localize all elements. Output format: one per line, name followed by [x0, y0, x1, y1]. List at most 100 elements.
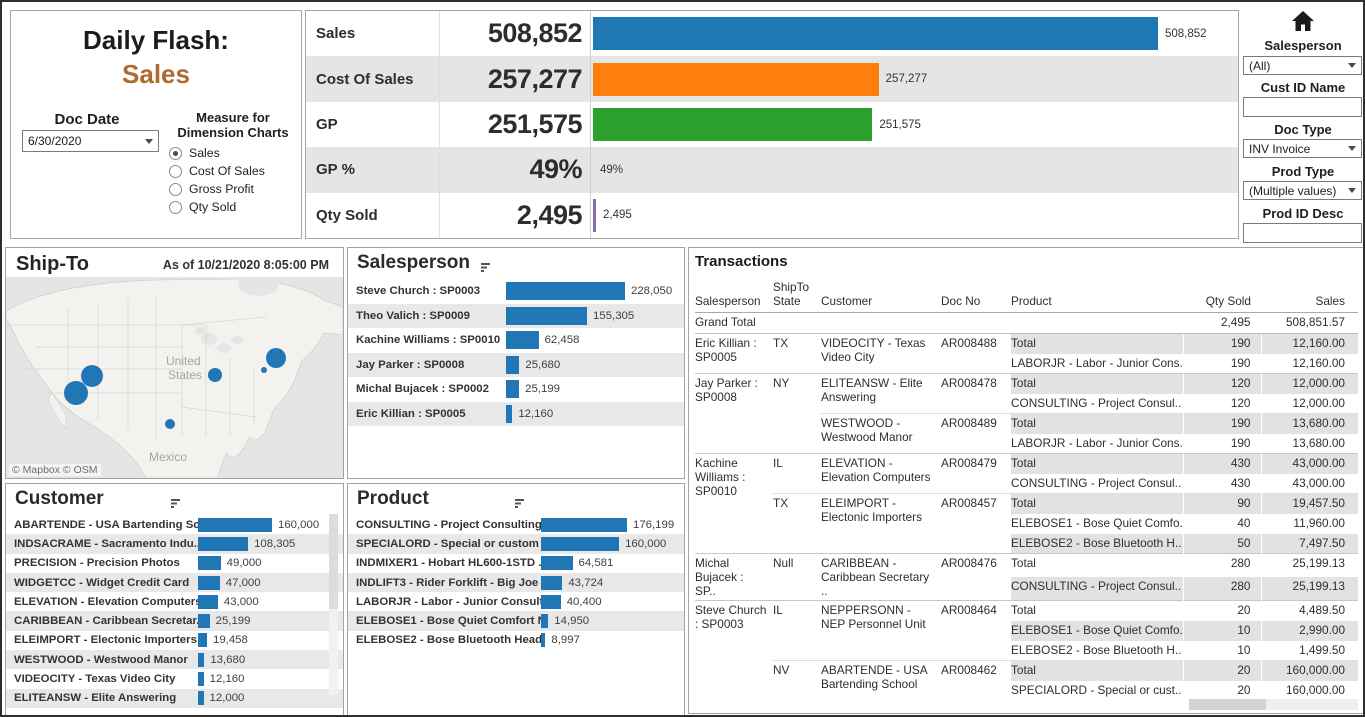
product-cell[interactable]: SPECIALORD - Special or cust.. [1011, 681, 1183, 701]
bar-row[interactable]: VIDEOCITY - Texas Video City12,160 [6, 669, 343, 688]
scrollbar-thumb[interactable] [1189, 699, 1266, 710]
vertical-scrollbar[interactable] [329, 514, 338, 695]
bar[interactable] [506, 405, 512, 423]
sales-cell[interactable]: 2,990.00 [1261, 621, 1358, 641]
product-cell[interactable]: ELEBOSE2 - Bose Bluetooth H.. [1011, 641, 1183, 661]
bar[interactable] [506, 307, 587, 325]
qty-sold-cell[interactable]: 190 [1183, 414, 1261, 434]
bar-row[interactable]: WESTWOOD - Westwood Manor13,680 [6, 650, 343, 669]
kpi-bar[interactable] [593, 17, 1158, 50]
bar[interactable] [198, 595, 218, 609]
radio-option-gross-profit[interactable]: Gross Profit [169, 180, 265, 198]
product-cell[interactable]: ELEBOSE2 - Bose Bluetooth H.. [1011, 534, 1183, 554]
doc-date-dropdown[interactable]: 6/30/2020 [22, 130, 159, 152]
bar[interactable] [506, 282, 625, 300]
bar[interactable] [198, 537, 248, 551]
sales-cell[interactable]: 12,160.00 [1261, 354, 1358, 374]
map-canvas[interactable]: UnitedStatesMexico © Mapbox © OSM [6, 277, 343, 478]
radio-option-qty-sold[interactable]: Qty Sold [169, 198, 265, 216]
sales-cell[interactable]: 25,199.13 [1261, 577, 1358, 601]
bar[interactable] [506, 356, 519, 374]
bar-row[interactable]: Kachine Williams : SP001062,458 [348, 328, 684, 353]
bar-row[interactable]: ABARTENDE - USA Bartending Sc..160,000 [6, 515, 343, 534]
transaction-row[interactable]: TXELEIMPORT - Electonic ImportersAR00845… [695, 494, 1358, 514]
sales-cell[interactable]: 12,000.00 [1261, 374, 1358, 394]
product-cell[interactable]: ELEBOSE1 - Bose Quiet Comfo.. [1011, 621, 1183, 641]
qty-sold-cell[interactable]: 280 [1183, 577, 1261, 601]
scrollbar-thumb[interactable] [329, 514, 338, 609]
ship-to-location-mark[interactable] [261, 367, 267, 373]
horizontal-scrollbar[interactable] [1189, 699, 1358, 710]
cust-id-input[interactable] [1243, 97, 1362, 117]
bar[interactable] [198, 691, 204, 705]
sales-cell[interactable]: 160,000.00 [1261, 661, 1358, 681]
product-cell[interactable]: Total [1011, 334, 1183, 354]
qty-sold-cell[interactable]: 430 [1183, 454, 1261, 474]
sales-cell[interactable]: 160,000.00 [1261, 681, 1358, 701]
sales-cell[interactable]: 11,960.00 [1261, 514, 1358, 534]
kpi-bar[interactable] [593, 63, 879, 96]
sales-cell[interactable]: 4,489.50 [1261, 601, 1358, 621]
bar-row[interactable]: LABORJR - Labor - Junior Consulta..40,40… [348, 592, 684, 611]
qty-sold-cell[interactable]: 90 [1183, 494, 1261, 514]
transaction-row[interactable]: Kachine Williams : SP0010ILELEVATION - E… [695, 454, 1358, 474]
prod-id-input[interactable] [1243, 223, 1362, 243]
product-cell[interactable]: LABORJR - Labor - Junior Cons.. [1011, 434, 1183, 454]
bar-row[interactable]: ELEBOSE1 - Bose Quiet Comfort N..14,950 [348, 611, 684, 630]
bar[interactable] [541, 595, 561, 609]
qty-sold-cell[interactable]: 190 [1183, 334, 1261, 354]
sales-cell[interactable]: 1,499.50 [1261, 641, 1358, 661]
bar[interactable] [541, 614, 548, 628]
transaction-row[interactable]: NVABARTENDE - USA Bartending SchoolAR008… [695, 661, 1358, 681]
qty-sold-cell[interactable]: 10 [1183, 641, 1261, 661]
prod-type-filter-dropdown[interactable]: (Multiple values) [1243, 181, 1362, 200]
qty-sold-cell[interactable]: 120 [1183, 394, 1261, 414]
qty-sold-cell[interactable]: 190 [1183, 434, 1261, 454]
bar[interactable] [541, 537, 619, 551]
sort-descending-icon[interactable] [481, 262, 494, 273]
bar-row[interactable]: PRECISION - Precision Photos49,000 [6, 554, 343, 573]
product-cell[interactable]: CONSULTING - Project Consul.. [1011, 577, 1183, 601]
product-cell[interactable]: Total [1011, 454, 1183, 474]
bar[interactable] [198, 518, 272, 532]
radio-option-cost-of-sales[interactable]: Cost Of Sales [169, 162, 265, 180]
sales-cell[interactable]: 13,680.00 [1261, 434, 1358, 454]
salesperson-filter-dropdown[interactable]: (All) [1243, 56, 1362, 75]
product-cell[interactable]: CONSULTING - Project Consul.. [1011, 474, 1183, 494]
bar[interactable] [541, 633, 545, 647]
qty-sold-cell[interactable]: 190 [1183, 354, 1261, 374]
kpi-bar[interactable] [593, 108, 872, 141]
bar-row[interactable]: ELITEANSW - Elite Answering12,000 [6, 689, 343, 708]
bar-row[interactable]: SPECIALORD - Special or custom o..160,00… [348, 534, 684, 553]
product-cell[interactable]: CONSULTING - Project Consul.. [1011, 394, 1183, 414]
transaction-row[interactable]: Jay Parker : SP0008NYELITEANSW - Elite A… [695, 374, 1358, 394]
sales-cell[interactable]: 12,160.00 [1261, 334, 1358, 354]
qty-sold-cell[interactable]: 20 [1183, 661, 1261, 681]
sort-descending-icon[interactable] [171, 498, 184, 509]
product-cell[interactable]: Total [1011, 661, 1183, 681]
sales-cell[interactable]: 7,497.50 [1261, 534, 1358, 554]
qty-sold-cell[interactable]: 10 [1183, 621, 1261, 641]
bar[interactable] [198, 633, 207, 647]
sales-cell[interactable]: 43,000.00 [1261, 454, 1358, 474]
bar-row[interactable]: WIDGETCC - Widget Credit Card47,000 [6, 573, 343, 592]
bar-row[interactable]: Steve Church : SP0003228,050 [348, 279, 684, 304]
ship-to-location-mark[interactable] [165, 419, 175, 429]
bar-row[interactable]: ELEIMPORT - Electonic Importers19,458 [6, 631, 343, 650]
sales-cell[interactable]: 25,199.13 [1261, 554, 1358, 578]
product-cell[interactable]: LABORJR - Labor - Junior Cons.. [1011, 354, 1183, 374]
bar-row[interactable]: Jay Parker : SP000825,680 [348, 353, 684, 378]
bar[interactable] [198, 653, 204, 667]
bar-row[interactable]: Eric Killian : SP000512,160 [348, 402, 684, 427]
product-cell[interactable]: Total [1011, 494, 1183, 514]
product-cell[interactable]: Total [1011, 414, 1183, 434]
home-button[interactable] [1242, 10, 1364, 37]
bar-row[interactable]: ELEBOSE2 - Bose Bluetooth Head..8,997 [348, 631, 684, 650]
bar-row[interactable]: INDSACRAME - Sacramento Indu..108,305 [6, 534, 343, 553]
bar-row[interactable]: CARIBBEAN - Caribbean Secretar..25,199 [6, 611, 343, 630]
qty-sold-cell[interactable]: 20 [1183, 601, 1261, 621]
qty-sold-cell[interactable]: 120 [1183, 374, 1261, 394]
ship-to-location-mark[interactable] [64, 381, 88, 405]
bar-row[interactable]: CONSULTING - Project Consulting176,199 [348, 515, 684, 534]
ship-to-location-mark[interactable] [208, 368, 222, 382]
